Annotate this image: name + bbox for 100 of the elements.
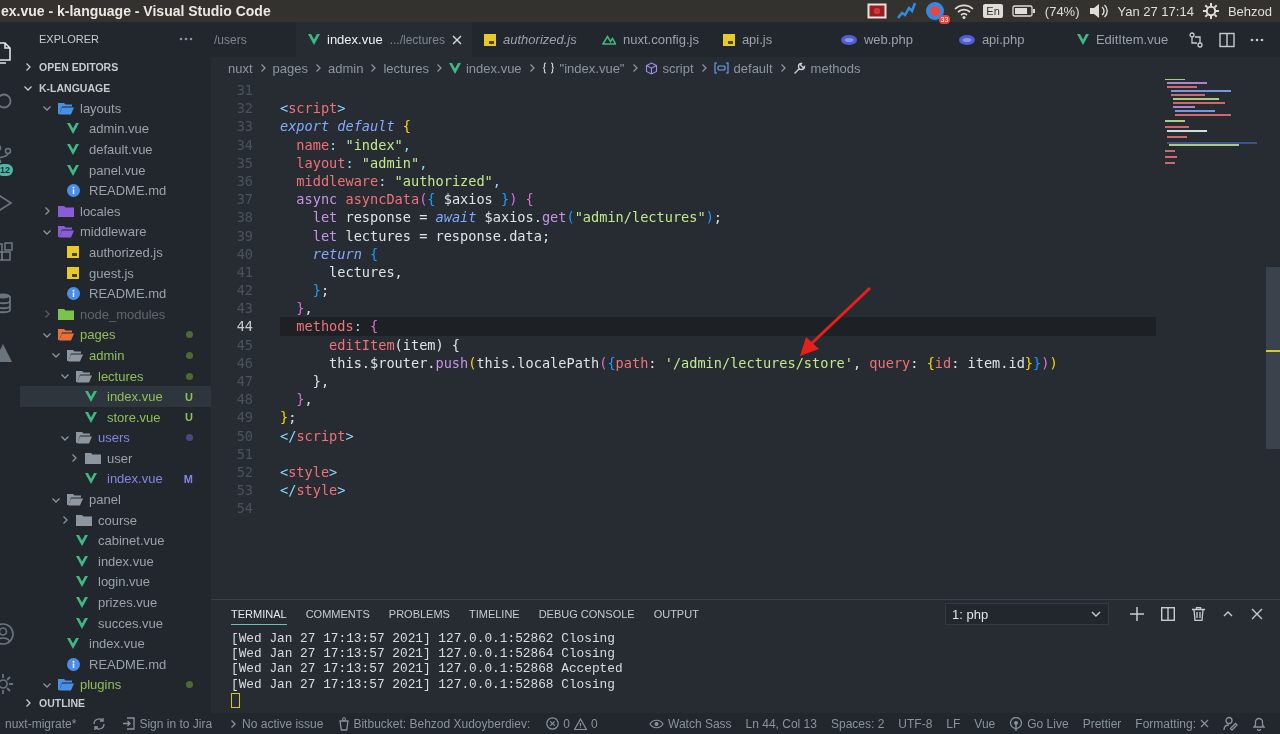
- bell-icon[interactable]: [1252, 716, 1266, 731]
- section-header[interactable]: OUTLINE: [20, 692, 211, 713]
- volume-icon[interactable]: [1088, 3, 1109, 19]
- more-icon[interactable]: [179, 37, 193, 41]
- editor-tab[interactable]: web.php: [828, 22, 947, 57]
- status-item[interactable]: Bitbucket: Behzod Xudoyberdiev:: [353, 716, 531, 731]
- tree-item[interactable]: panel: [20, 489, 211, 510]
- breadcrumb-item[interactable]: pages: [272, 60, 308, 76]
- breadcrumb-item[interactable]: "index.vue": [541, 60, 625, 76]
- compare-icon[interactable]: [1188, 31, 1204, 48]
- status-item[interactable]: Vue: [974, 716, 996, 731]
- tree-item[interactable]: README.md: [20, 283, 211, 304]
- close-icon[interactable]: [452, 34, 462, 45]
- tree-item[interactable]: succes.vue: [20, 612, 211, 634]
- breadcrumb-item[interactable]: default: [713, 60, 773, 76]
- status-item[interactable]: Sign in to Jira: [139, 716, 213, 731]
- line-number: 44: [235, 317, 253, 336]
- bar-chart-icon[interactable]: [896, 2, 917, 20]
- panel-tab[interactable]: OUTPUT: [653, 603, 699, 625]
- panel-tab[interactable]: COMMENTS: [305, 603, 370, 625]
- user-name[interactable]: Behzod: [1227, 3, 1272, 19]
- editor-tab[interactable]: authorized.js: [472, 22, 590, 57]
- git-status-dot: [186, 372, 193, 380]
- tree-item[interactable]: store.vue U: [20, 406, 211, 428]
- sync-icon[interactable]: [92, 716, 107, 731]
- tree-item[interactable]: index.vue: [20, 551, 211, 572]
- tree-item[interactable]: plugins: [20, 674, 211, 692]
- status-item[interactable]: Go Live: [1027, 716, 1069, 731]
- breadcrumb-item[interactable]: nuxt: [228, 60, 253, 76]
- status-item[interactable]: nuxt-migrate*: [5, 716, 77, 731]
- editor-tab[interactable]: EditItem.vue: [1064, 22, 1183, 57]
- editor-tab[interactable]: index.vue .../lectures: [296, 22, 472, 57]
- editor-tab[interactable]: nuxt.config.js: [590, 22, 711, 57]
- tree-item[interactable]: lectures: [20, 365, 211, 387]
- tree-item[interactable]: users: [20, 427, 211, 449]
- wifi-icon[interactable]: [954, 3, 975, 19]
- breadcrumb-item[interactable]: admin: [328, 60, 364, 76]
- section-header[interactable]: K-LANGUAGE: [20, 77, 211, 98]
- tree-item[interactable]: index.vue U: [20, 386, 211, 407]
- error-count[interactable]: 0: [563, 716, 570, 731]
- tree-item[interactable]: cabinet.vue: [20, 530, 211, 552]
- status-item[interactable]: Formatting:: [1135, 716, 1196, 731]
- gear-icon[interactable]: [1202, 3, 1219, 19]
- status-item[interactable]: Spaces: 2: [830, 716, 885, 731]
- status-item[interactable]: Prettier: [1082, 716, 1122, 731]
- panel-tab[interactable]: DEBUG CONSOLE: [538, 603, 635, 625]
- tree-item[interactable]: panel.vue: [20, 159, 211, 181]
- keyboard-layout-indicator[interactable]: En: [983, 4, 1003, 18]
- panel-tab[interactable]: PROBLEMS: [388, 603, 450, 625]
- breadcrumb-item[interactable]: script: [644, 60, 694, 76]
- feedback-icon[interactable]: [1223, 716, 1238, 731]
- tree-item[interactable]: locales: [20, 200, 211, 222]
- tree-item[interactable]: admin.vue: [20, 118, 211, 140]
- clock[interactable]: Yan 27 17:14: [1117, 3, 1194, 19]
- split-icon[interactable]: [1161, 607, 1175, 621]
- tree-item[interactable]: middleware: [20, 221, 211, 243]
- warning-count[interactable]: 0: [590, 716, 598, 731]
- panel-tab[interactable]: TIMELINE: [468, 603, 520, 625]
- section-header[interactable]: OPEN EDITORS: [20, 56, 211, 77]
- more-icon[interactable]: [1250, 37, 1264, 42]
- editor-tab[interactable]: /users: [211, 22, 296, 57]
- php-file-icon: [840, 34, 857, 45]
- status-item[interactable]: LF: [946, 716, 961, 731]
- tree-item[interactable]: authorized.js: [20, 242, 211, 263]
- terminal-select[interactable]: 1: php: [945, 603, 1109, 625]
- battery-percentage: (74%): [1044, 3, 1080, 19]
- panel-tab[interactable]: TERMINAL: [231, 603, 287, 625]
- tree-item[interactable]: login.vue: [20, 571, 211, 593]
- tree-item[interactable]: README.md: [20, 654, 211, 675]
- status-item[interactable]: No active issue: [242, 716, 324, 731]
- plus-icon[interactable]: [1130, 607, 1144, 621]
- breadcrumb-item[interactable]: index.vue: [448, 60, 522, 76]
- tree-item[interactable]: layouts: [20, 98, 211, 119]
- close-icon[interactable]: [1251, 608, 1263, 620]
- editor-tab[interactable]: api.js: [710, 22, 829, 57]
- breadcrumb-item[interactable]: methods: [792, 60, 861, 76]
- split-editor-icon[interactable]: [1219, 31, 1235, 48]
- tree-item[interactable]: index.vue: [20, 633, 211, 655]
- status-item[interactable]: UTF-8: [898, 716, 933, 731]
- tree-item[interactable]: course: [20, 509, 211, 531]
- breadcrumb-item[interactable]: lectures: [383, 60, 429, 76]
- scrollbar-thumb[interactable]: [1266, 267, 1280, 449]
- app-icon[interactable]: [925, 1, 946, 21]
- tree-item[interactable]: pages: [20, 324, 211, 346]
- tree-item[interactable]: README.md: [20, 180, 211, 201]
- error-icon[interactable]: [546, 717, 560, 730]
- tree-item[interactable]: prizes.vue: [20, 592, 211, 613]
- trash-icon[interactable]: [1192, 607, 1205, 621]
- code-line: export default {: [280, 118, 411, 135]
- tree-item[interactable]: index.vue M: [20, 468, 211, 490]
- tree-item[interactable]: default.vue: [20, 139, 211, 160]
- record-icon[interactable]: [867, 3, 888, 19]
- status-item[interactable]: Ln 44, Col 13: [745, 716, 817, 731]
- status-item[interactable]: Watch Sass: [668, 716, 732, 731]
- tree-item[interactable]: user: [20, 448, 211, 469]
- battery-icon[interactable]: [1011, 5, 1036, 17]
- editor-tab[interactable]: api.php: [946, 22, 1065, 57]
- warning-icon[interactable]: [573, 717, 587, 730]
- tree-item[interactable]: guest.js: [20, 262, 211, 284]
- tree-item[interactable]: admin: [20, 345, 211, 366]
